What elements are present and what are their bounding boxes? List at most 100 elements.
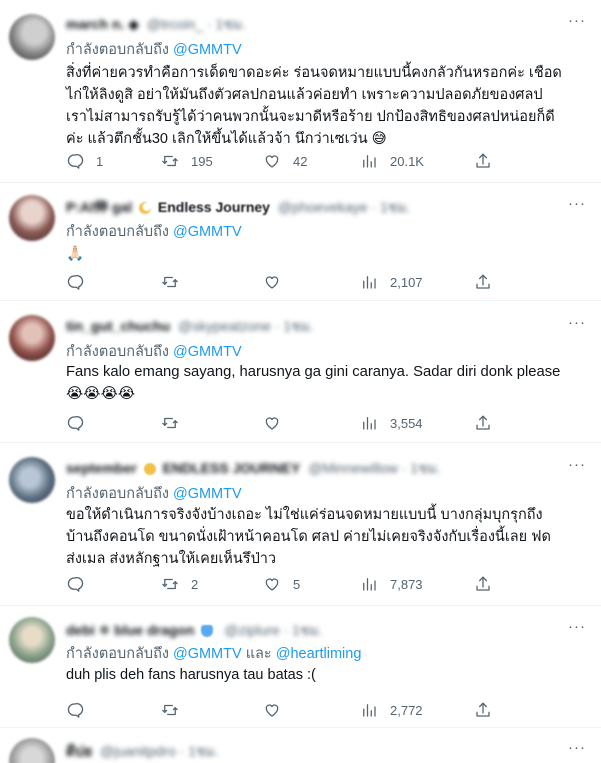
reply-button[interactable] [66,413,96,433]
display-name[interactable]: debi ❄ blue dragon [66,622,194,639]
replying-to-label: กำลังตอบกลับถึง [66,224,169,240]
reply-icon [67,703,84,718]
heart-icon [265,276,279,289]
more-icon[interactable]: ··· [565,619,589,640]
like-button[interactable]: 5 [263,574,300,594]
blue-heart-icon [201,625,214,638]
reply-icon [67,154,84,169]
like-button[interactable]: 42 [263,151,307,171]
tweet-header[interactable]: ดีบ่ย @juanitpdro · 1ชม. [66,741,219,761]
share-button[interactable] [474,413,492,433]
share-icon [476,415,490,430]
more-icon[interactable]: ··· [565,740,589,761]
avatar[interactable] [9,195,55,241]
mention-link[interactable]: @GMMTV [173,344,242,360]
share-button[interactable] [474,574,492,594]
tweet-header[interactable]: P:Al伸 gal Endless Journey @phoevekaye · … [66,197,410,217]
mention-link[interactable]: @GMMTV [173,486,242,502]
like-button[interactable] [263,413,293,433]
views-icon [363,578,376,591]
tweet-text: duh plis deh fans harusnya tau batas :( [66,667,316,683]
avatar[interactable] [9,315,55,361]
mention-link[interactable]: @GMMTV [173,224,242,240]
retweet-icon [162,704,178,716]
tweet[interactable]: march n. ◆ @trcoin_ · 1ชม. ··· กำลังตอบก… [0,0,601,183]
views-button[interactable]: 2,107 [360,272,423,292]
retweet-button[interactable]: 2 [161,574,198,594]
handle[interactable]: @Minnewillow · 1ชม. [308,458,441,480]
like-button[interactable] [263,700,293,720]
views-icon [363,155,376,168]
views-count: 3,554 [390,415,423,431]
avatar[interactable] [9,14,55,60]
replying-to: กำลังตอบกลับถึง @GMMTV [66,340,242,363]
handle[interactable]: @juanitpdro · 1ชม. [100,741,219,763]
tweet-actions: 1 195 42 20.1K [66,151,496,171]
reply-icon [67,416,84,431]
mention-link[interactable]: @GMMTV [173,42,242,58]
display-name[interactable]: march n. ◆ [66,16,139,33]
tweet-header[interactable]: march n. ◆ @trcoin_ · 1ชม. [66,14,246,34]
more-icon[interactable]: ··· [565,196,589,217]
avatar[interactable] [9,738,55,763]
tweet[interactable]: september ENDLESS JOURNEY @Minnewillow ·… [0,443,601,606]
mention-link[interactable]: @heartliming [276,646,362,662]
reply-button[interactable]: 1 [66,151,103,171]
retweet-button[interactable] [161,700,191,720]
views-count: 2,772 [390,702,423,718]
display-name[interactable]: tin_gut_chuchu [66,318,170,334]
more-icon[interactable]: ··· [565,457,589,478]
tweet[interactable]: ดีบ่ย @juanitpdro · 1ชม. ··· [0,728,601,763]
handle[interactable]: @phoevekaye · 1ชม. [278,197,411,219]
avatar[interactable] [9,617,55,663]
like-button[interactable] [263,272,293,292]
reply-icon [67,577,84,592]
views-icon [363,276,376,289]
share-button[interactable] [474,272,492,292]
handle[interactable]: @skypeatzone · 1ชม. [178,316,314,338]
handle[interactable]: @ziplure · 1ชม. [224,620,322,642]
retweet-button[interactable] [161,272,191,292]
crescent-moon-icon [139,202,152,215]
tweet-header[interactable]: debi ❄ blue dragon @ziplure · 1ชม. [66,620,323,640]
display-name[interactable]: ดีบ่ย [66,741,92,763]
display-name[interactable]: P:Al伸 gal [66,197,132,217]
like-count: 42 [293,153,308,169]
share-icon [476,274,490,289]
tweet[interactable]: tin_gut_chuchu @skypeatzone · 1ชม. ··· ก… [0,301,601,443]
tweet-actions: 2,772 [66,700,496,720]
views-button[interactable]: 2,772 [360,700,423,720]
tweet-actions: 3,554 [66,413,496,433]
tweet[interactable]: debi ❄ blue dragon @ziplure · 1ชม. ··· ก… [0,606,601,728]
tweet-header[interactable]: tin_gut_chuchu @skypeatzone · 1ชม. [66,316,314,336]
and-label: และ [245,646,272,662]
retweet-button[interactable]: 195 [161,151,213,171]
views-icon [363,704,376,717]
views-button[interactable]: 7,873 [360,574,423,594]
replying-to: กำลังตอบกลับถึง @GMMTV [66,38,242,61]
retweet-button[interactable] [161,413,191,433]
more-icon[interactable]: ··· [565,315,589,336]
share-button[interactable] [474,700,492,720]
reply-feed: march n. ◆ @trcoin_ · 1ชม. ··· กำลังตอบก… [0,0,601,763]
name-extra: Endless Journey [157,199,270,215]
avatar[interactable] [9,457,55,503]
more-icon[interactable]: ··· [565,13,589,34]
views-count: 2,107 [390,274,423,290]
tweet-text: 🙏🏻 [66,246,85,262]
share-button[interactable] [474,151,492,171]
reply-icon [67,275,84,290]
tweet-header[interactable]: september ENDLESS JOURNEY @Minnewillow ·… [66,458,441,478]
reply-button[interactable] [66,574,96,594]
retweet-count: 2 [191,576,199,592]
display-name[interactable]: september [66,460,137,476]
views-button[interactable]: 3,554 [360,413,423,433]
views-button[interactable]: 20.1K [360,151,424,171]
mention-link[interactable]: @GMMTV [173,646,242,662]
handle[interactable]: @trcoin_ · 1ชม. [147,14,246,36]
share-icon [476,702,490,717]
reply-button[interactable] [66,272,96,292]
reply-button[interactable] [66,700,96,720]
tweet[interactable]: P:Al伸 gal Endless Journey @phoevekaye · … [0,183,601,301]
retweet-count: 195 [191,153,213,169]
